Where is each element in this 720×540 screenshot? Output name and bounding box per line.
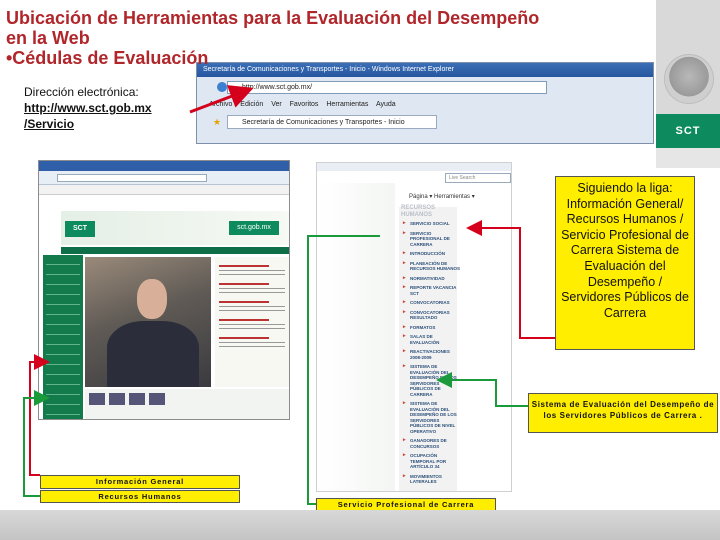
browser-icon — [217, 82, 227, 92]
menu-heading: RECURSOS HUMANOS — [401, 205, 436, 218]
navigation-path-callout: Siguiendo la liga: Información General/ … — [555, 176, 695, 350]
hr-menu-item[interactable]: REPORTE VACANCIA SCT — [403, 285, 461, 296]
site-tab-strip — [39, 185, 289, 195]
hr-menu-item[interactable]: CONVOCATORIAS RESULTADO — [403, 310, 461, 321]
site-bottom-links — [85, 389, 289, 419]
hr-menu-item[interactable]: GANADORES DE CONCURSOS — [403, 438, 461, 449]
menu-shot-tools[interactable]: Página ▾ Herramientas ▾ — [409, 191, 511, 203]
hr-menu-item[interactable]: MOVIMIENTOS LATERALES — [403, 474, 461, 485]
sct-website-screenshot: SCT sct.gob.mx — [38, 160, 290, 420]
site-sidebar-menu[interactable] — [43, 255, 83, 419]
national-seal-icon — [664, 54, 714, 104]
hr-menu-screenshot: Live Search Página ▾ Herramientas ▾ RECU… — [316, 162, 512, 492]
favorites-star-icon[interactable]: ★ — [213, 117, 221, 128]
site-address-bar — [39, 171, 289, 185]
site-title-bar — [39, 161, 289, 171]
browser-window-screenshot: Secretaría de Comunicaciones y Transport… — [196, 62, 654, 144]
site-featured-photo — [85, 257, 211, 387]
hr-menu-item[interactable]: SERVICIO SOCIAL — [403, 221, 461, 227]
address-label: Dirección electrónica: — [24, 85, 139, 99]
title-line-3: •Cédulas de Evaluación — [6, 48, 209, 68]
site-domain-badge: sct.gob.mx — [229, 221, 279, 235]
web-address: Dirección electrónica: http://www.sct.go… — [24, 84, 194, 132]
menu-shot-left-area — [317, 183, 395, 491]
hr-menu-list: SERVICIO SOCIAL SERVICIO PROFESIONAL DE C… — [403, 221, 461, 489]
slide-footer — [0, 510, 720, 540]
slide-title: Ubicación de Herramientas para la Evalua… — [6, 8, 656, 68]
hr-menu-item[interactable]: FORMATOS — [403, 325, 461, 331]
address-url-link[interactable]: http://www.sct.gob.mx /Servicio — [24, 100, 194, 132]
menu-shot-toolbar — [317, 163, 511, 171]
general-information-callout: Información General — [40, 475, 240, 489]
site-top-nav[interactable] — [61, 247, 289, 254]
hr-menu-item[interactable]: NORMATIVIDAD — [403, 276, 461, 282]
menu-shot-search-input[interactable]: Live Search — [445, 173, 511, 183]
hr-menu-item[interactable]: INTRODUCCIÓN — [403, 251, 461, 257]
browser-address-bar[interactable]: http://www.sct.gob.mx/ — [227, 81, 547, 94]
site-news-column — [215, 257, 289, 387]
browser-tab[interactable]: Secretaría de Comunicaciones y Transport… — [227, 115, 437, 129]
hr-menu-item[interactable]: SISTEMA DE EVALUACIÓN DEL DESEMPEÑO DE L… — [403, 364, 461, 397]
sct-logo: SCT — [656, 114, 720, 148]
slide: Ubicación de Herramientas para la Evalua… — [0, 0, 720, 540]
browser-menu-bar[interactable]: Archivo Edición Ver Favoritos Herramient… — [209, 99, 649, 111]
hr-menu-item[interactable]: CONVOCATORIAS — [403, 300, 461, 306]
hr-menu-item[interactable]: PLANEACIÓN DE RECURSOS HUMANOS — [403, 261, 461, 272]
hr-menu-item[interactable]: SALAS DE EVALUACIÓN — [403, 334, 461, 345]
logo-panel-lower — [656, 148, 720, 168]
hr-menu-item[interactable]: SERVICIO PROFESIONAL DE CARRERA — [403, 231, 461, 248]
human-resources-callout: Recursos Humanos — [40, 490, 240, 503]
hr-menu-item[interactable]: SISTEMA DE EVALUACIÓN DEL DESEMPEÑO DE L… — [403, 401, 461, 434]
title-line-2: en la Web — [6, 28, 90, 48]
site-logo: SCT — [65, 221, 95, 237]
title-line-1: Ubicación de Herramientas para la Evalua… — [6, 8, 540, 28]
hr-menu-item[interactable]: OCUPACIÓN TEMPORAL POR ARTÍCULO 34 — [403, 453, 461, 470]
hr-menu-item[interactable]: REACTIVACIONES 2008-2009 — [403, 349, 461, 360]
evaluation-system-callout: Sistema de Evaluación del Desempeño de l… — [528, 393, 718, 433]
